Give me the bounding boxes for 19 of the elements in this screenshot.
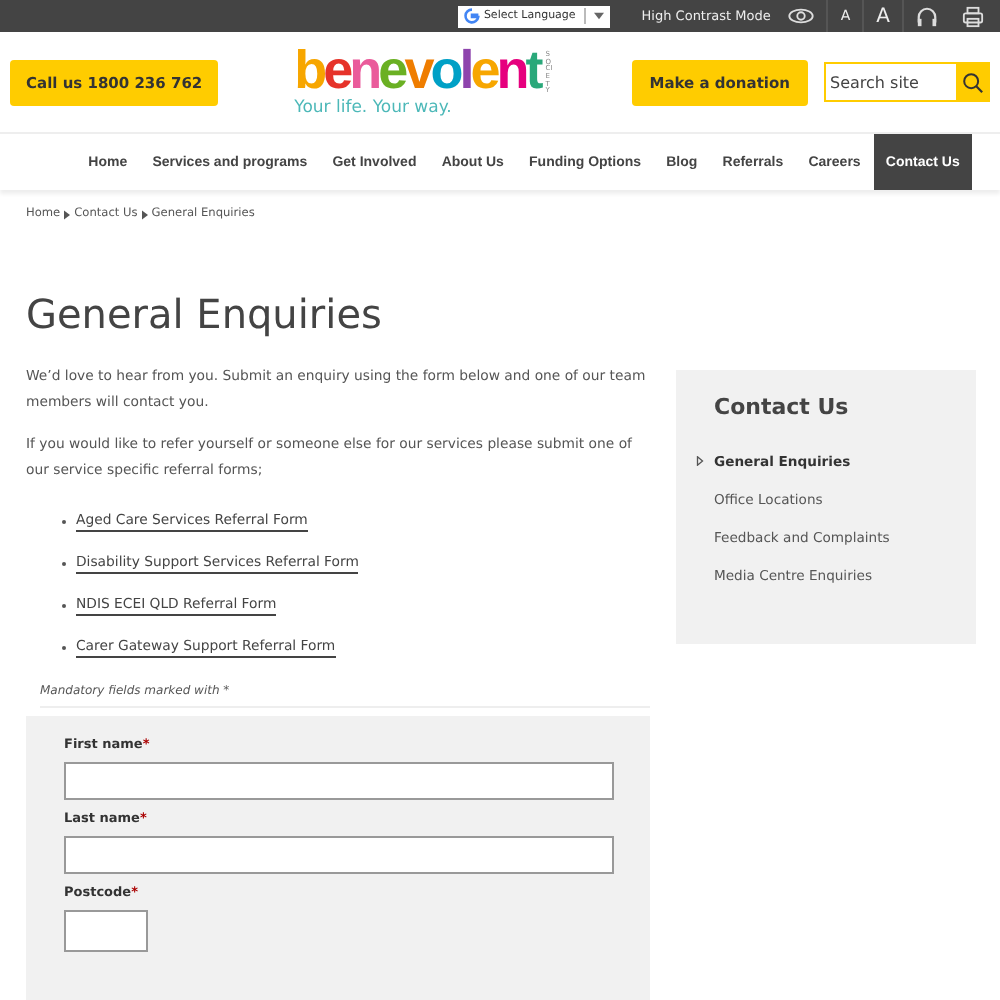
font-size-large-button[interactable]: A (862, 0, 904, 32)
chevron-icon (141, 209, 148, 219)
google-icon (463, 8, 480, 24)
chevron-icon (64, 209, 71, 219)
headphones-icon[interactable] (916, 5, 938, 27)
page-title: General Enquiries (26, 290, 384, 338)
logo-wordmark[interactable]: benevolent (294, 45, 540, 94)
eye-icon[interactable] (788, 8, 815, 24)
sidebar-title: Contact Us (714, 394, 851, 420)
search-icon (962, 71, 984, 93)
logo-tagline: Your life. Your way. (294, 98, 454, 119)
dropdown-icon (593, 12, 604, 20)
search-field[interactable]: Search site (824, 62, 956, 102)
triangle-icon (696, 456, 704, 466)
input-field[interactable] (64, 836, 614, 874)
input-field[interactable] (64, 910, 148, 952)
printer-icon[interactable] (962, 5, 984, 27)
input-field[interactable] (64, 762, 614, 800)
search-button[interactable] (956, 62, 990, 102)
